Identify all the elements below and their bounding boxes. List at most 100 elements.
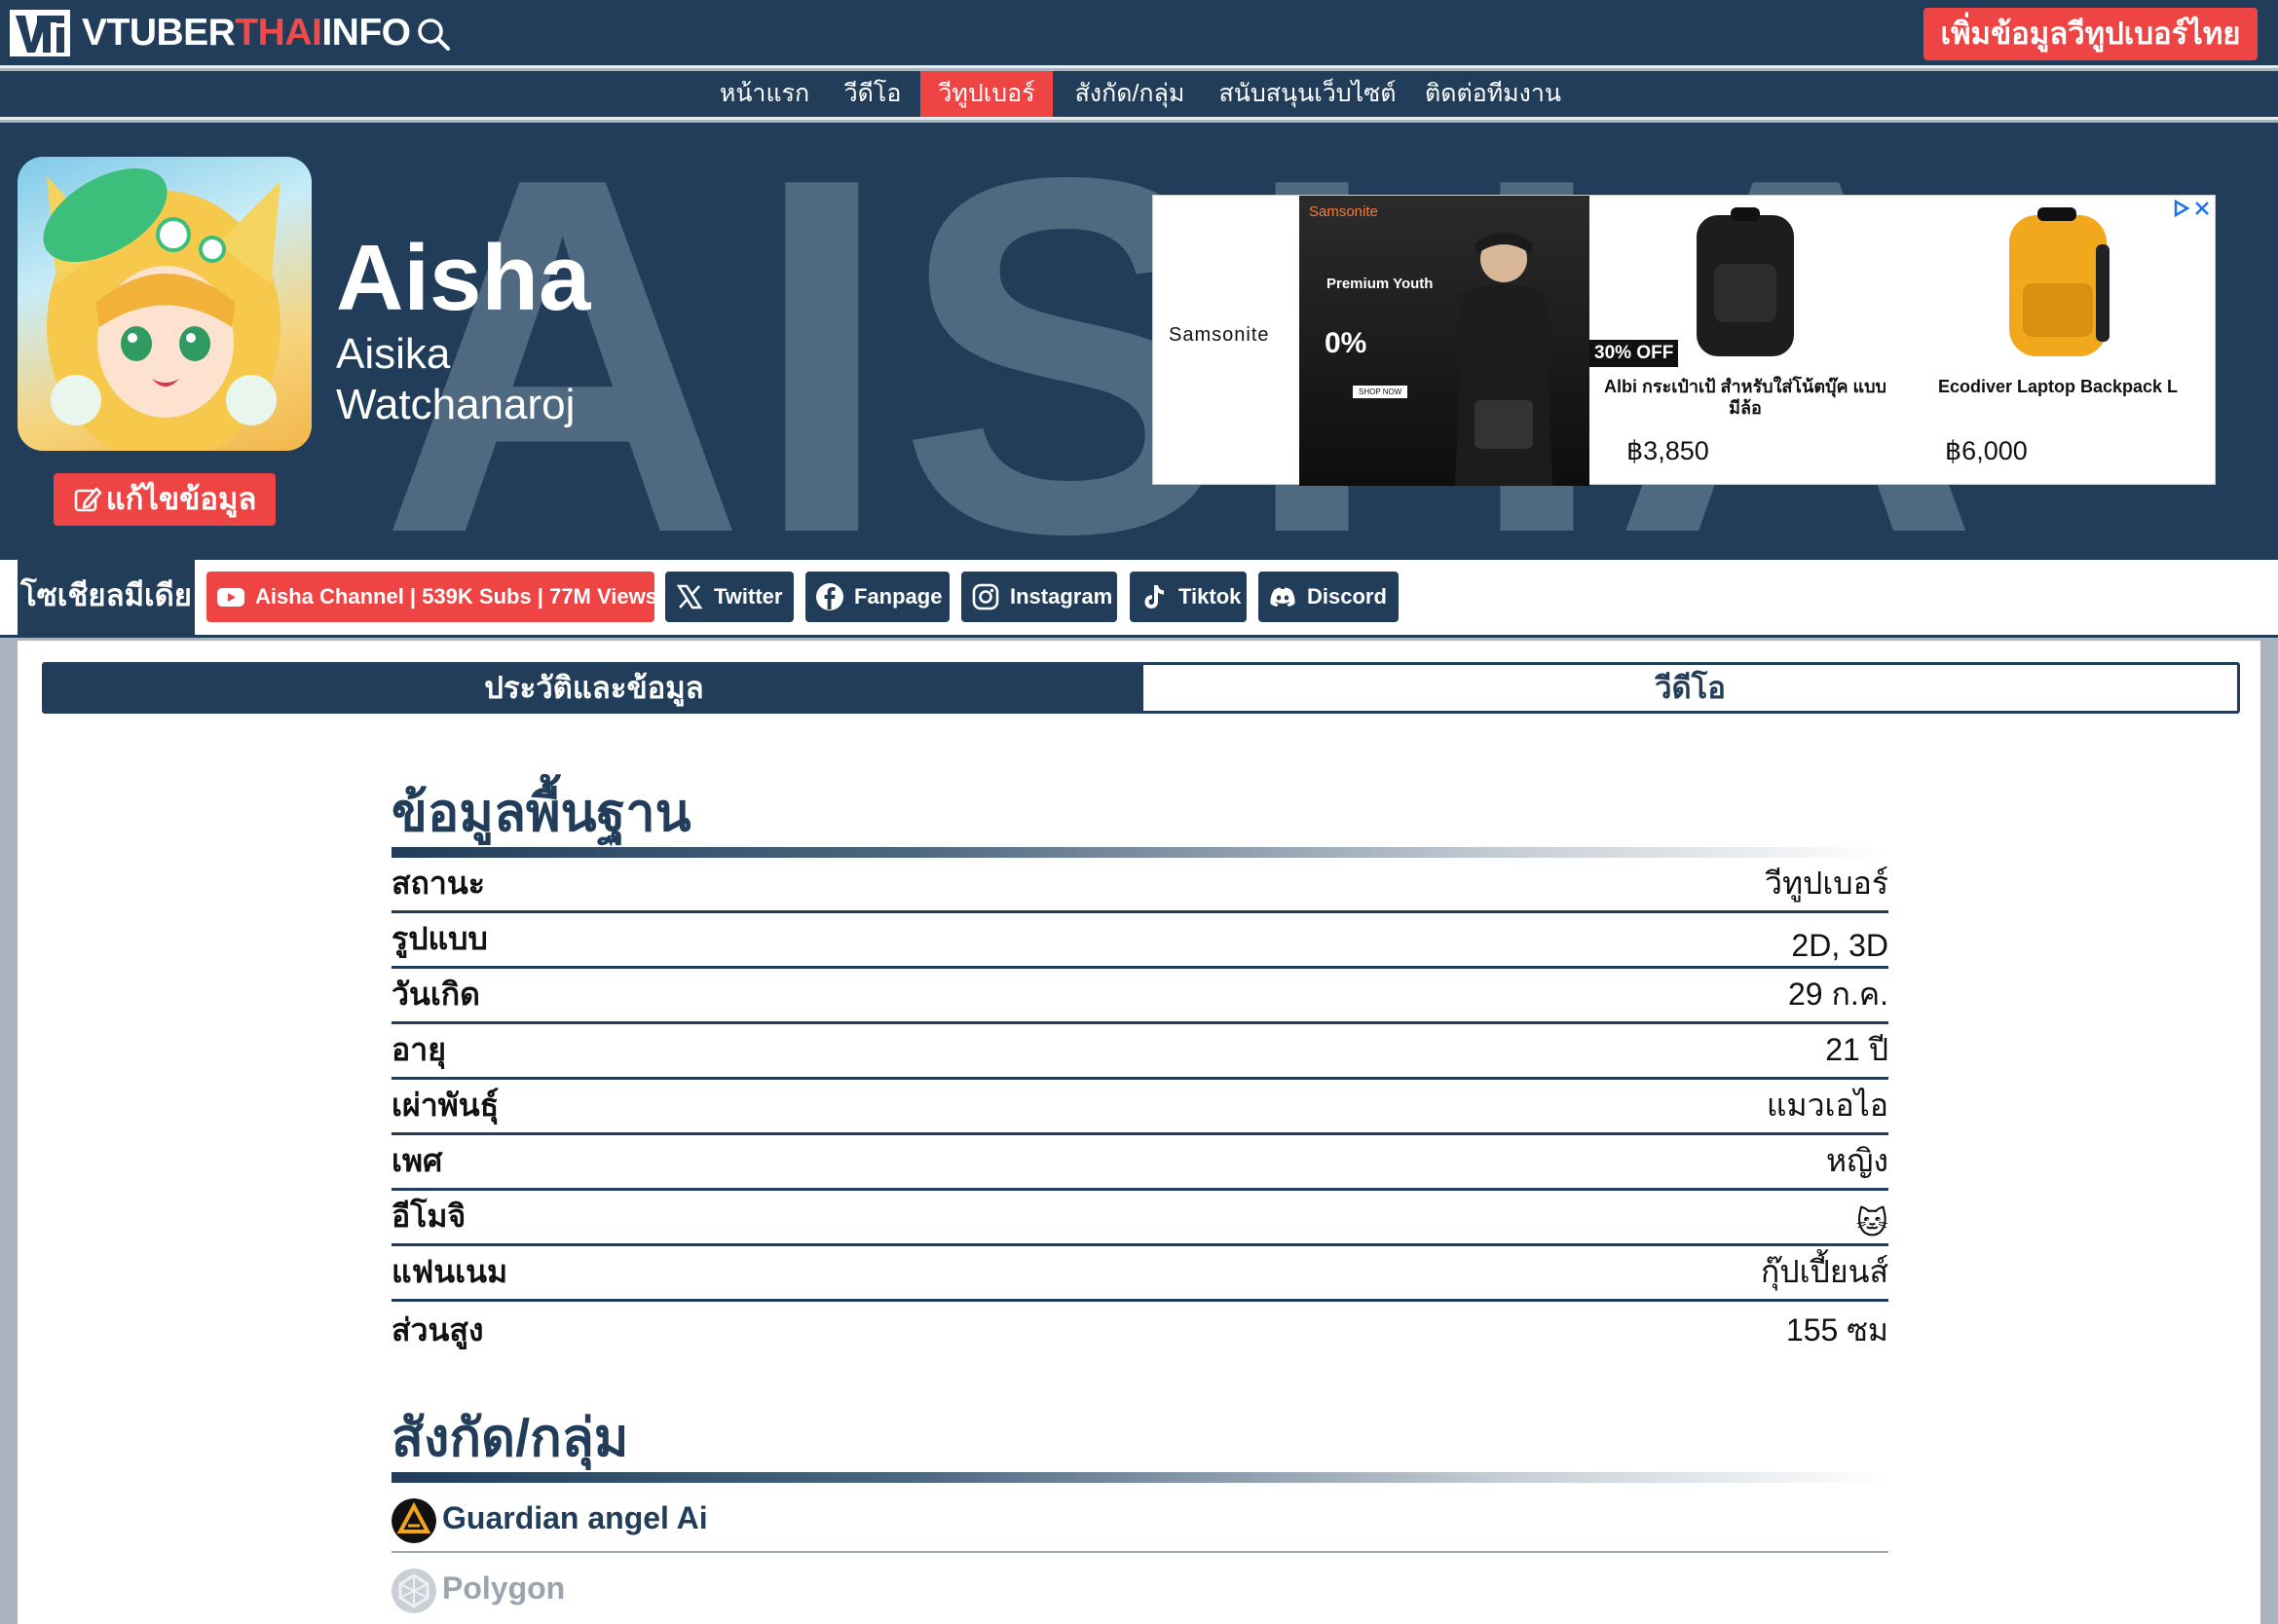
ad-photo-tagline: Premium Youth [1326, 276, 1434, 292]
instagram-link[interactable]: Instagram [961, 572, 1117, 622]
guardian-angel-ai-logo-icon [392, 1498, 436, 1543]
edit-info-label: แก้ไขข้อมูล [105, 482, 257, 516]
discord-label: Discord [1307, 584, 1387, 609]
social-media-label: โซเชียลมีเดีย [18, 560, 195, 638]
add-vtuber-button[interactable]: เพิ่มข้อมูลวีทูปเบอร์ไทย [1923, 8, 2258, 60]
facebook-icon [816, 583, 843, 610]
info-value: กุ๊ปเปี้ยนส์ [1760, 1254, 1888, 1289]
backpack-yellow-icon [2009, 207, 2110, 356]
group-item[interactable]: Polygon [392, 1553, 1888, 1623]
info-value: 21 ปี [1825, 1032, 1888, 1067]
basic-info-title: ข้อมูลพื้นฐาน [392, 784, 691, 842]
nav-item-videos[interactable]: วีดีโอ [836, 71, 910, 117]
info-key: อีโมจิ [392, 1199, 467, 1234]
youtube-icon [217, 588, 244, 607]
ad-close-icon[interactable] [2172, 198, 2211, 219]
info-key: ส่วนสูง [392, 1312, 484, 1347]
instagram-label: Instagram [1010, 584, 1113, 609]
section-divider [392, 847, 1888, 858]
profile-hero: AISHA Aisha Aisika Watchanaroj แก้ไขข้อม… [0, 123, 2278, 560]
nav-item-support[interactable]: สนับสนุนเว็บไซต์ [1217, 71, 1398, 117]
affiliation-section: สังกัด/กลุ่ม Guardian angel Ai Polygon [392, 1408, 1888, 1623]
info-row-gender: เพศ หญิง [392, 1135, 1888, 1191]
ad-product-1-name: Albi กระเป๋าเป้ สำหรับใส่โน้ตบุ๊ค แบบมีล… [1604, 377, 1886, 418]
info-value: 155 ซม [1785, 1312, 1888, 1347]
facebook-label: Fanpage [854, 584, 943, 609]
info-row-birthday: วันเกิด 29 ก.ค. [392, 969, 1888, 1024]
facebook-fanpage-link[interactable]: Fanpage [805, 572, 950, 622]
twitter-link[interactable]: Twitter [665, 572, 794, 622]
group-name[interactable]: Polygon [442, 1570, 565, 1606]
group-item[interactable]: Guardian angel Ai [392, 1483, 1888, 1553]
ad-product-1[interactable]: Albi กระเป๋าเป้ สำหรับใส่โน้ตบุ๊ค แบบมีล… [1589, 196, 1901, 486]
instagram-icon [972, 583, 999, 610]
info-row-emoji: อีโมจิ 🐱 [392, 1191, 1888, 1246]
ad-product-2-price: ฿6,000 [1945, 436, 2028, 465]
nav-item-contact[interactable]: ติดต่อทีมงาน [1422, 71, 1564, 117]
tiktok-icon [1144, 585, 1164, 609]
ad-product-2[interactable]: Ecodiver Laptop Backpack L ฿6,000 [1901, 196, 2215, 486]
nav-item-home[interactable]: หน้าแรก [711, 71, 818, 117]
ad-photo-cta[interactable]: SHOP NOW [1353, 386, 1408, 398]
info-row-fanname: แฟนเนม กุ๊ปเปี้ยนส์ [392, 1246, 1888, 1302]
edit-info-button[interactable]: แก้ไขข้อมูล [54, 473, 276, 526]
section-divider [392, 1472, 1888, 1483]
tab-info[interactable]: ประวัติและข้อมูล [45, 665, 1143, 711]
group-name[interactable]: Guardian angel Ai [442, 1500, 708, 1536]
youtube-channel-label: Aisha Channel | 539K Subs | 77M Views [255, 584, 657, 609]
profile-tabs: ประวัติและข้อมูล วีดีโอ [42, 662, 2240, 714]
ad-model-icon [1455, 232, 1552, 486]
info-value: แมวเอไอ [1766, 1088, 1888, 1123]
info-key: เผ่าพันธุ์ [392, 1088, 500, 1123]
polygon-logo-icon [392, 1569, 436, 1613]
search-icon[interactable] [415, 16, 452, 53]
info-key: อายุ [392, 1032, 446, 1067]
main-content: ประวัติและข้อมูล วีดีโอ ข้อมูลพื้นฐาน สถ… [18, 641, 2260, 1624]
info-value: วีทูปเบอร์ [1764, 866, 1888, 901]
info-value: หญิง [1826, 1143, 1888, 1178]
site-logo-text[interactable]: VTUBERTHAIINFO [82, 10, 411, 56]
backpack-black-icon [1697, 207, 1794, 356]
info-value: 2D, 3D [1791, 928, 1888, 963]
discord-icon [1270, 587, 1295, 607]
advertisement[interactable]: Samsonite Samsonite Premium Youth 0% SHO… [1152, 195, 2216, 486]
nav-item-vtubers[interactable]: วีทูปเบอร์ [920, 71, 1053, 117]
main-nav: หน้าแรก วีดีโอ วีทูปเบอร์ สังกัด/กลุ่ม ส… [0, 71, 2278, 120]
site-logo-icon[interactable] [10, 10, 70, 56]
discord-link[interactable]: Discord [1258, 572, 1399, 622]
ad-banner-photo[interactable]: Samsonite Premium Youth 0% SHOP NOW [1299, 196, 1589, 486]
info-value: 🐱 [1855, 1205, 1888, 1240]
basic-info-section: ข้อมูลพื้นฐาน สถานะ วีทูปเบอร์ รูปแบบ 2D, … [392, 783, 1888, 1357]
top-bar: VTUBERTHAIINFO เพิ่มข้อมูลวีทูปเบอร์ไทย [0, 0, 2278, 68]
info-row-status: สถานะ วีทูปเบอร์ [392, 858, 1888, 913]
tab-videos[interactable]: วีดีโอ [1143, 665, 2237, 711]
logo-part-info: INFO [321, 12, 411, 54]
ad-photo-installment: 0% [1325, 327, 1367, 359]
nav-item-groups[interactable]: สังกัด/กลุ่ม [1066, 71, 1193, 117]
ad-product-1-price: ฿3,850 [1626, 436, 1709, 465]
logo-part-vtuber: VTUBER [82, 12, 236, 54]
tiktok-label: Tiktok [1178, 584, 1242, 609]
ad-photo-brand: Samsonite [1309, 203, 1378, 220]
info-row-species: เผ่าพันธุ์ แมวเอไอ [392, 1080, 1888, 1135]
affiliation-title: สังกัด/กลุ่ม [392, 1409, 629, 1467]
youtube-channel-link[interactable]: Aisha Channel | 539K Subs | 77M Views [206, 572, 657, 622]
vtuber-full-name: Aisika Watchanaroj [336, 330, 576, 428]
vtuber-name: Aisha [336, 226, 591, 330]
x-twitter-icon [676, 584, 703, 609]
avatar-illustration-icon [43, 167, 280, 451]
ad-product-2-name: Ecodiver Laptop Backpack L [1937, 377, 2179, 396]
tiktok-link[interactable]: Tiktok [1130, 572, 1247, 622]
logo-part-thai: THAI [235, 12, 322, 54]
info-row-model: รูปแบบ 2D, 3D [392, 913, 1888, 969]
ad-brand-logo[interactable]: Samsonite [1169, 324, 1270, 347]
info-key: เพศ [392, 1143, 443, 1178]
info-row-height: ส่วนสูง 155 ซม [392, 1302, 1888, 1357]
avatar [18, 157, 312, 451]
twitter-label: Twitter [714, 584, 783, 609]
pencil-square-icon [74, 487, 101, 512]
info-key: แฟนเนม [392, 1254, 508, 1289]
social-media-bar: โซเชียลมีเดีย Aisha Channel | 539K Subs … [0, 560, 2278, 638]
info-value: 29 ก.ค. [1787, 977, 1888, 1012]
info-row-age: อายุ 21 ปี [392, 1024, 1888, 1080]
